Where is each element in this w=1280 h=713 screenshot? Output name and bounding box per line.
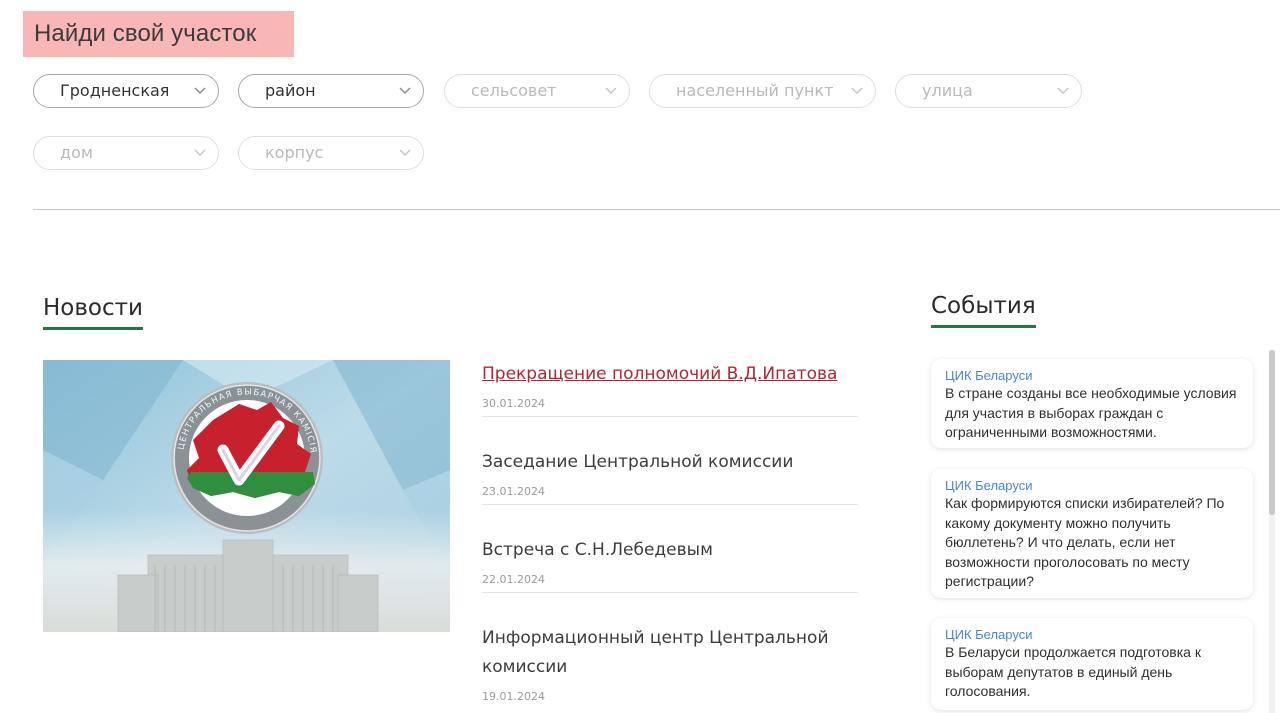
event-card[interactable]: ЦИК Беларуси Как формируются списки изби… — [931, 469, 1253, 598]
news-item: Прекращение полномочий В.Д.Ипатова 30.01… — [482, 360, 858, 417]
street-select-value: улица — [922, 81, 973, 100]
news-heading: Новости — [43, 295, 143, 330]
district-select[interactable]: район — [238, 74, 424, 108]
news-item: Встреча с С.Н.Лебедевым 22.01.2024 — [482, 536, 858, 593]
news-featured-image[interactable]: ЦЕНТРАЛЬНАЯ ВЫБАРЧАЯ КАМІСІЯ — [43, 360, 450, 632]
event-text: Как формируются списки избирателей? По к… — [945, 495, 1225, 589]
news-item: Заседание Центральной комиссии 23.01.202… — [482, 448, 858, 505]
settlement-select[interactable]: населенный пункт — [649, 74, 876, 108]
section-divider — [33, 209, 1280, 210]
news-item-date: 19.01.2024 — [482, 690, 545, 703]
finder-title: Найди свой участок — [23, 11, 294, 57]
event-text: В стране созданы все необходимые условия… — [945, 385, 1237, 440]
building-select-value: корпус — [265, 143, 324, 162]
district-select-value: район — [265, 81, 316, 100]
event-text: В Беларуси продолжается подготовка к выб… — [945, 644, 1201, 699]
event-card[interactable]: ЦИК Беларуси В стране созданы все необхо… — [931, 359, 1253, 448]
news-item-date: 22.01.2024 — [482, 573, 545, 586]
events-scrollbar-thumb[interactable] — [1269, 350, 1275, 515]
settlement-select-value: населенный пункт — [676, 81, 834, 100]
events-heading: События — [931, 293, 1036, 328]
news-item: Информационный центр Центральной комисси… — [482, 624, 858, 703]
event-source[interactable]: ЦИК Беларуси — [945, 477, 1239, 494]
news-item-title-link[interactable]: Заседание Центральной комиссии — [482, 448, 858, 477]
cec-emblem-illustration: ЦЕНТРАЛЬНАЯ ВЫБАРЧАЯ КАМІСІЯ — [43, 360, 450, 632]
news-item-date: 23.01.2024 — [482, 485, 545, 498]
chevron-down-icon — [1057, 75, 1069, 107]
event-source[interactable]: ЦИК Беларуси — [945, 367, 1239, 384]
village-council-select-value: сельсовет — [471, 81, 557, 100]
street-select[interactable]: улица — [895, 74, 1082, 108]
building-select[interactable]: корпус — [238, 136, 424, 170]
chevron-down-icon — [399, 137, 411, 169]
chevron-down-icon — [605, 75, 617, 107]
event-source[interactable]: ЦИК Беларуси — [945, 626, 1239, 643]
chevron-down-icon — [194, 137, 206, 169]
house-select[interactable]: дом — [33, 136, 219, 170]
news-item-title-link[interactable]: Прекращение полномочий В.Д.Ипатова — [482, 360, 858, 389]
chevron-down-icon — [851, 75, 863, 107]
village-council-select[interactable]: сельсовет — [444, 74, 630, 108]
region-select[interactable]: Гродненская — [33, 74, 219, 108]
news-item-title-link[interactable]: Информационный центр Центральной комисси… — [482, 624, 842, 682]
news-item-title-link[interactable]: Встреча с С.Н.Лебедевым — [482, 536, 858, 565]
events-scrollbar[interactable] — [1269, 350, 1275, 713]
house-select-value: дом — [60, 143, 93, 162]
event-card[interactable]: ЦИК Беларуси В Беларуси продолжается под… — [931, 618, 1253, 710]
chevron-down-icon — [194, 75, 206, 107]
chevron-down-icon — [399, 75, 411, 107]
region-select-value: Гродненская — [60, 81, 170, 100]
news-item-date: 30.01.2024 — [482, 397, 545, 410]
